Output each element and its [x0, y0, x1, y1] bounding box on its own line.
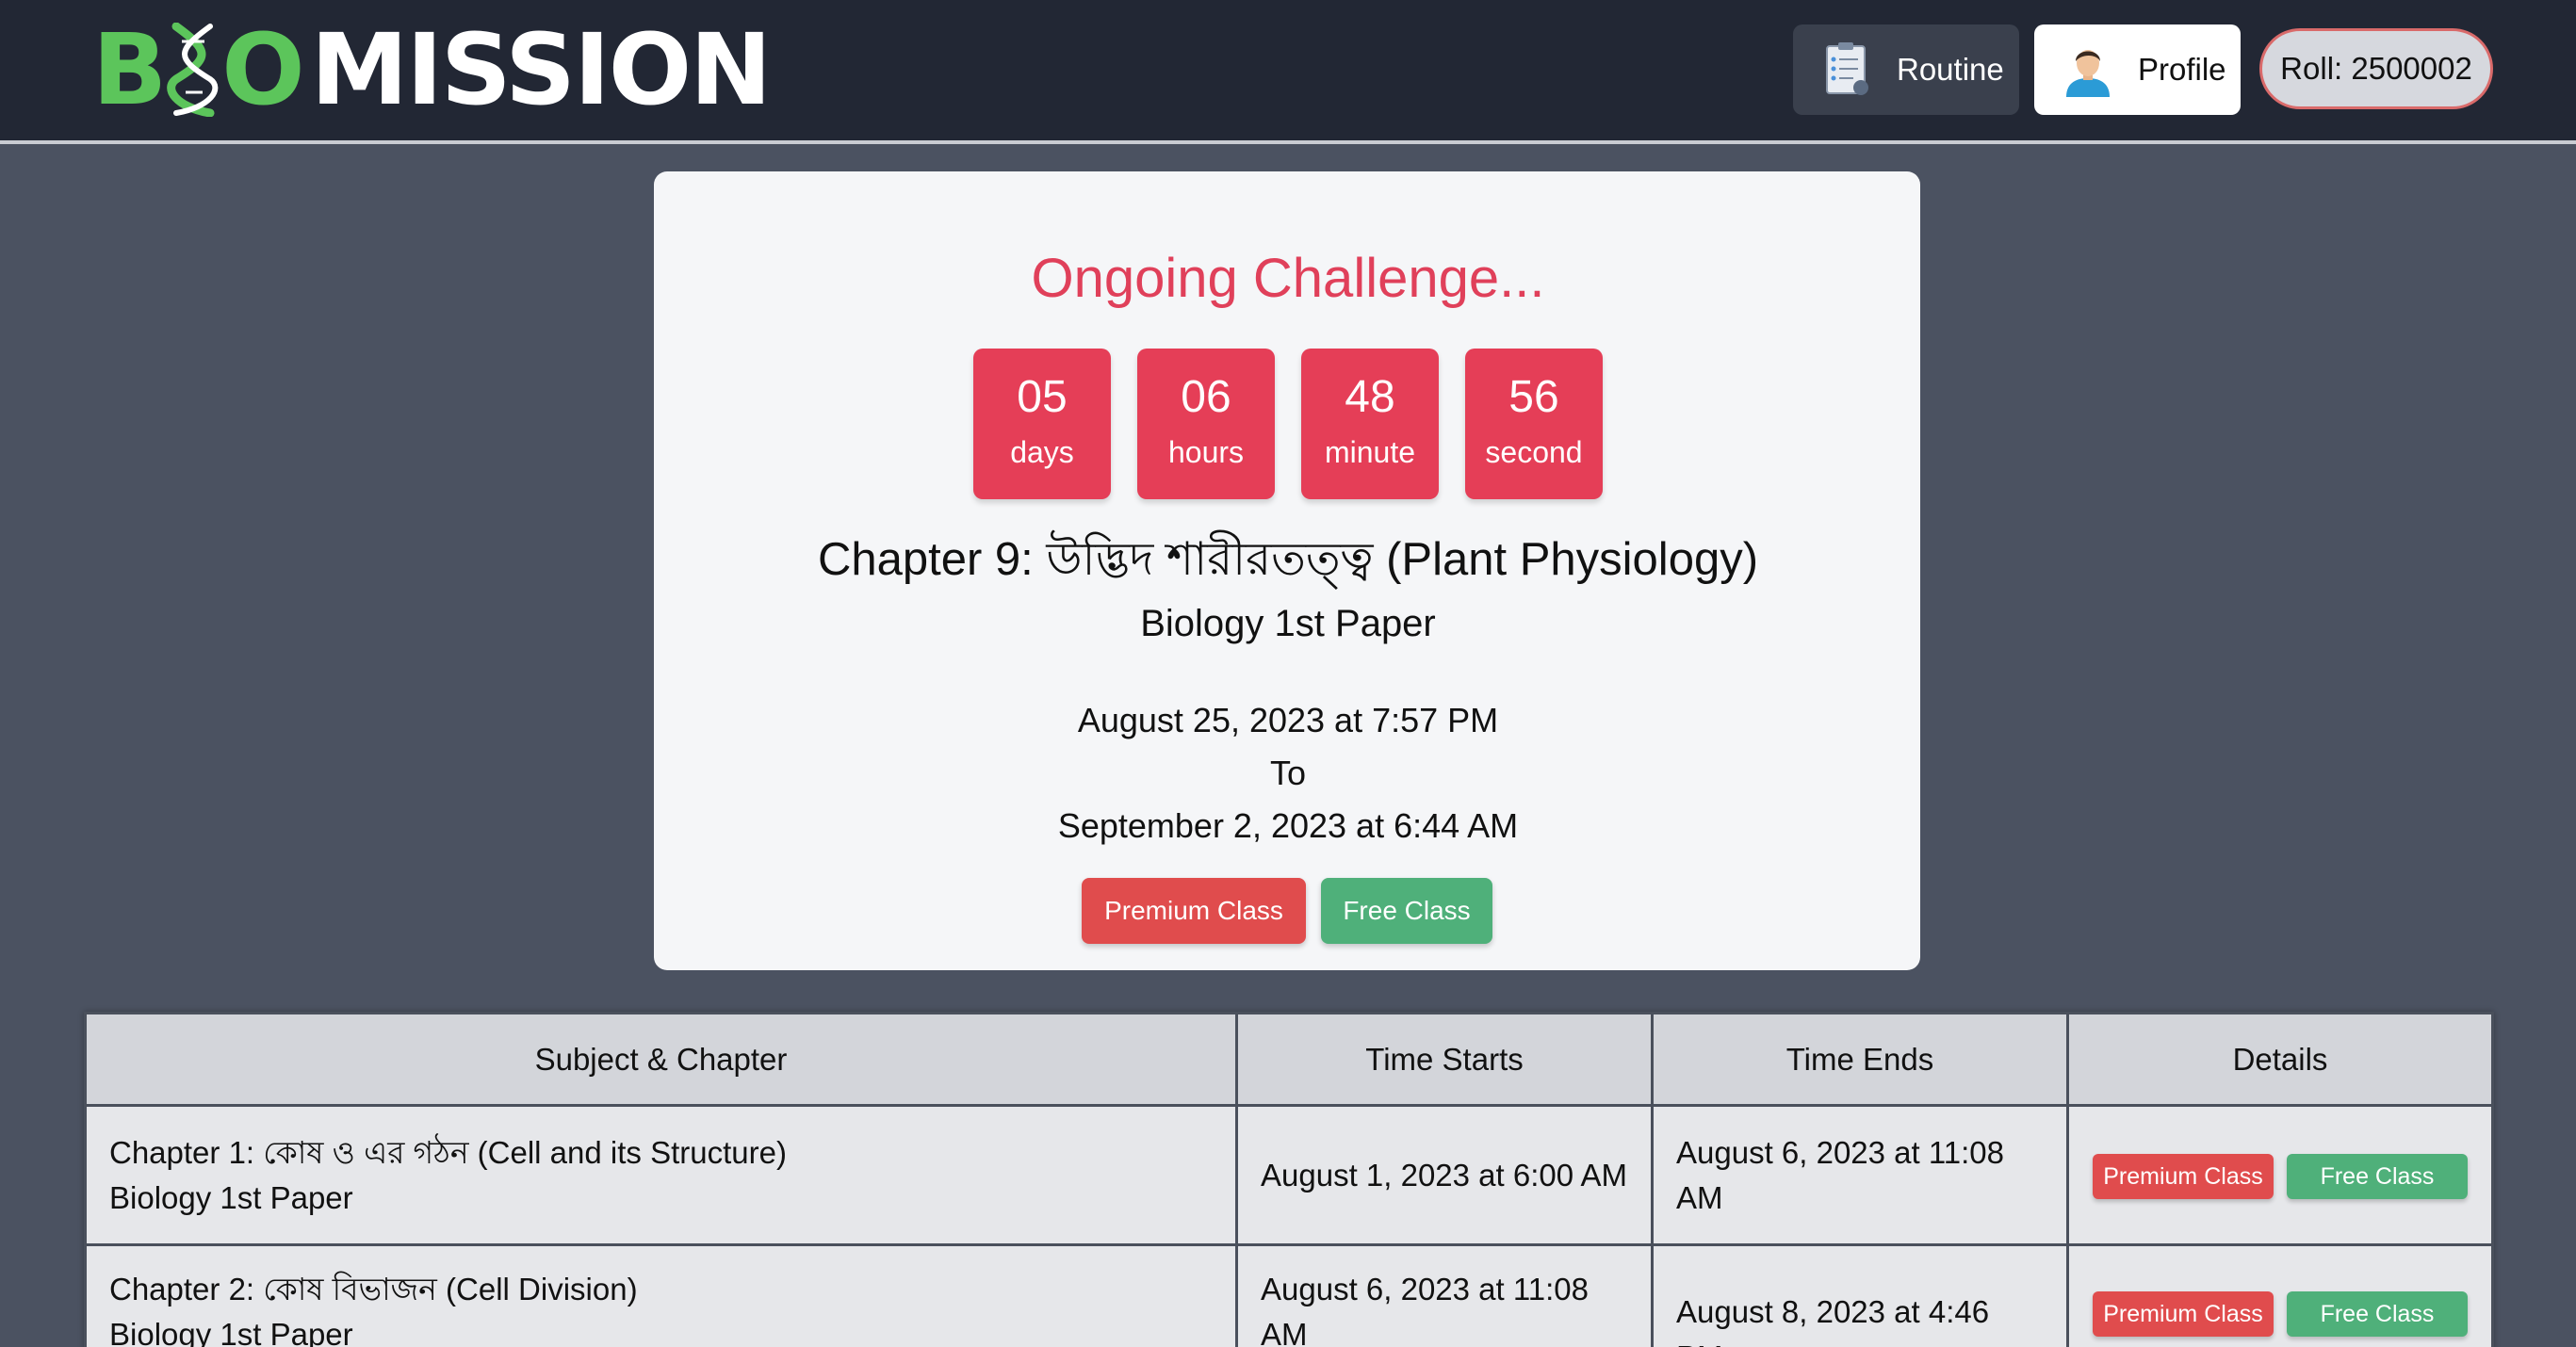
challenge-paper: Biology 1st Paper	[1140, 603, 1436, 644]
countdown-unit: hours	[1167, 435, 1245, 469]
premium-class-button[interactable]: Premium Class	[2093, 1153, 2274, 1199]
column-header-time-starts: Time Starts	[1235, 1012, 1654, 1107]
roll-label: Roll: 2500002	[2280, 51, 2472, 86]
countdown-value: 48	[1345, 372, 1395, 422]
countdown-value: 06	[1181, 372, 1231, 422]
roll-number-badge: Roll: 2500002	[2259, 28, 2493, 109]
challenge-end-date: September 2, 2023 at 6:44 AM	[1057, 806, 1519, 845]
biomission-logo[interactable]: B O MISSION	[92, 12, 772, 127]
details-cell: Premium Class Free Class	[2066, 1104, 2494, 1246]
end-time-cell: August 6, 2023 at 11:08 AM	[1651, 1104, 2069, 1246]
countdown-unit: minute	[1324, 435, 1416, 469]
profile-button[interactable]: Profile	[2034, 24, 2241, 115]
challenge-chapter-title: Chapter 9: উদ্ভিদ শারীরতত্ত্ব (Plant Phy…	[817, 534, 1759, 585]
countdown-seconds: 56 second	[1465, 349, 1603, 499]
subject-cell: Chapter 2: কোষ বিভাজন (Cell Division) Bi…	[84, 1243, 1238, 1347]
user-avatar-icon	[2066, 50, 2110, 97]
logo-letter-b: B	[92, 12, 167, 127]
column-header-details: Details	[2066, 1012, 2494, 1107]
challenge-title: Ongoing Challenge...	[1031, 248, 1545, 309]
premium-class-button[interactable]: Premium Class	[2093, 1291, 2274, 1338]
countdown-value: 05	[1017, 372, 1068, 422]
clipboard-list-icon	[1826, 42, 1868, 95]
table-row: Chapter 1: কোষ ও এর গঠন (Cell and its St…	[84, 1104, 2494, 1246]
subject-cell: Chapter 1: কোষ ও এর গঠন (Cell and its St…	[84, 1104, 1238, 1246]
paper-name: Biology 1st Paper	[109, 1317, 353, 1347]
premium-class-button[interactable]: Premium Class	[1082, 878, 1306, 944]
free-class-button[interactable]: Free Class	[2287, 1153, 2468, 1199]
start-time-cell: August 1, 2023 at 6:00 AM	[1235, 1104, 1654, 1246]
table-row: Chapter 2: কোষ বিভাজন (Cell Division) Bi…	[84, 1243, 2494, 1347]
table-header-row: Subject & Chapter Time Starts Time Ends …	[84, 1012, 2494, 1107]
chapter-schedule-table: Subject & Chapter Time Starts Time Ends …	[84, 1012, 2494, 1347]
countdown-timer: 05 days 06 hours 48 minute 56 second	[973, 349, 1603, 499]
routine-button[interactable]: Routine	[1793, 24, 2019, 115]
paper-name: Biology 1st Paper	[109, 1179, 353, 1215]
free-class-button[interactable]: Free Class	[2287, 1291, 2468, 1338]
challenge-date-separator: To	[1269, 754, 1307, 792]
countdown-hours: 06 hours	[1137, 349, 1275, 499]
challenge-start-date: August 25, 2023 at 7:57 PM	[1077, 701, 1499, 739]
end-time-text: August 8, 2023 at 4:46 PM	[1676, 1294, 1990, 1347]
routine-label: Routine	[1897, 52, 2004, 87]
details-cell: Premium Class Free Class	[2066, 1243, 2494, 1347]
chapter-name: Chapter 2: কোষ বিভাজন (Cell Division)	[109, 1272, 638, 1306]
countdown-days: 05 days	[973, 349, 1111, 499]
end-time-cell: August 8, 2023 at 4:46 PM	[1651, 1243, 2069, 1347]
free-class-button[interactable]: Free Class	[1321, 878, 1492, 944]
countdown-minutes: 48 minute	[1301, 349, 1439, 499]
start-time-cell: August 6, 2023 at 11:08 AM	[1235, 1243, 1654, 1347]
top-navbar: B O MISSION Routine Profile Roll: 250000…	[0, 0, 2576, 144]
logo-bio: B O	[92, 12, 305, 127]
profile-label: Profile	[2138, 52, 2226, 87]
challenge-actions: Premium Class Free Class	[1082, 878, 1492, 944]
chapter-name: Chapter 1: কোষ ও এর গঠন (Cell and its St…	[109, 1134, 787, 1170]
column-header-time-ends: Time Ends	[1651, 1012, 2069, 1107]
countdown-value: 56	[1508, 372, 1559, 422]
countdown-unit: days	[1010, 435, 1074, 469]
column-header-subject: Subject & Chapter	[84, 1012, 1238, 1107]
logo-mission: MISSION	[310, 12, 772, 127]
countdown-unit: second	[1485, 435, 1583, 469]
logo-letter-o: O	[221, 12, 304, 127]
details-actions: Premium Class Free Class	[2092, 1267, 2469, 1338]
dna-helix-icon	[167, 23, 219, 117]
